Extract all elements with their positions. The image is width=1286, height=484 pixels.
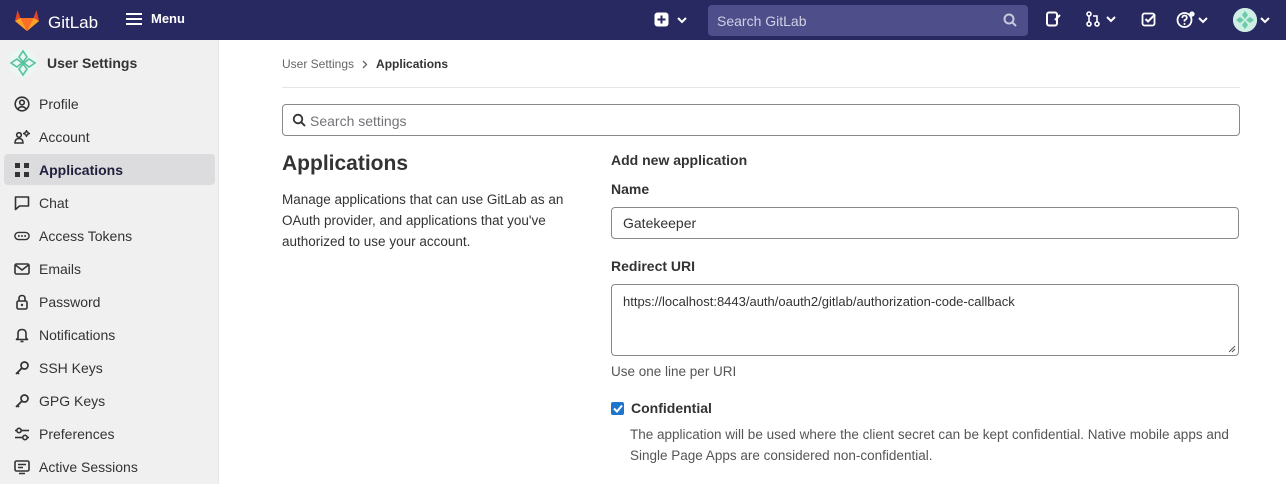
sidebar-item-label: Active Sessions bbox=[39, 458, 138, 475]
sidebar-item-gpg-keys[interactable]: GPG Keys bbox=[4, 385, 215, 416]
search-icon bbox=[292, 113, 306, 127]
sidebar-item-label: Account bbox=[39, 128, 90, 145]
issues-icon bbox=[1046, 11, 1061, 27]
page-title: Applications bbox=[282, 152, 409, 175]
top-navbar: GitLab Menu Search GitLab bbox=[0, 0, 1286, 40]
sidebar-item-label: Profile bbox=[39, 95, 79, 112]
settings-search-input[interactable]: Search settings bbox=[310, 113, 407, 129]
hamburger-icon bbox=[126, 12, 142, 25]
redirect-uri-label: Redirect URI bbox=[611, 258, 696, 274]
sidebar-item-label: Chat bbox=[39, 194, 69, 211]
confidential-help: The application will be used where the c… bbox=[630, 427, 1229, 463]
notifications-icon bbox=[14, 327, 30, 343]
sidebar-item-label: Password bbox=[39, 293, 101, 310]
confidential-checkbox[interactable] bbox=[611, 402, 624, 415]
name-field[interactable]: Gatekeeper bbox=[611, 207, 1239, 239]
avatar-pattern-icon bbox=[1233, 8, 1257, 32]
checkmark-icon bbox=[612, 404, 623, 413]
sidebar-item-ssh-keys[interactable]: SSH Keys bbox=[4, 352, 215, 383]
sidebar-item-label: GPG Keys bbox=[39, 392, 106, 409]
help-button[interactable] bbox=[1176, 11, 1209, 29]
preferences-icon bbox=[14, 426, 30, 442]
sidebar-item-applications[interactable]: Applications bbox=[4, 154, 215, 185]
breadcrumb: User Settings Applications bbox=[282, 57, 448, 71]
applications-icon bbox=[14, 162, 30, 178]
sidebar-item-label: Emails bbox=[39, 260, 82, 277]
chevron-down-icon bbox=[1198, 17, 1208, 24]
key-icon bbox=[14, 360, 30, 376]
menu-label: Menu bbox=[151, 11, 185, 26]
chevron-down-icon bbox=[1106, 16, 1116, 23]
breadcrumb-current[interactable]: Applications bbox=[376, 57, 448, 71]
plus-square-icon bbox=[654, 12, 669, 27]
search-icon bbox=[1003, 13, 1017, 27]
confidential-label[interactable]: Confidential bbox=[631, 400, 712, 416]
sidebar-item-label: Access Tokens bbox=[39, 227, 133, 244]
sidebar-item-active-sessions[interactable]: Active Sessions bbox=[4, 451, 215, 482]
sidebar-item-preferences[interactable]: Preferences bbox=[4, 418, 215, 449]
breadcrumb-parent-link[interactable]: User Settings bbox=[282, 57, 354, 71]
todo-icon bbox=[1141, 12, 1156, 27]
sidebar-item-access-tokens[interactable]: Access Tokens bbox=[4, 220, 215, 251]
sidebar-context-header[interactable]: User Settings bbox=[8, 48, 137, 78]
avatar[interactable] bbox=[1233, 8, 1257, 32]
redirect-uri-value: https://localhost:8443/auth/oauth2/gitla… bbox=[623, 294, 1015, 309]
breadcrumb-divider bbox=[282, 87, 1240, 88]
help-icon bbox=[1176, 11, 1195, 28]
sidebar-item-notifications[interactable]: Notifications bbox=[4, 319, 215, 350]
lock-icon bbox=[14, 294, 30, 310]
sidebar-item-profile[interactable]: Profile bbox=[4, 88, 215, 119]
sidebar-context-title: User Settings bbox=[47, 55, 138, 71]
chevron-right-icon bbox=[362, 60, 368, 68]
chevron-down-icon bbox=[1260, 17, 1270, 24]
gitlab-logo-icon bbox=[14, 8, 40, 37]
token-icon bbox=[14, 228, 30, 244]
form-heading: Add new application bbox=[611, 152, 748, 168]
profile-icon bbox=[14, 95, 30, 112]
sidebar-item-password[interactable]: Password bbox=[4, 286, 215, 317]
sidebar-item-label: Notifications bbox=[39, 326, 116, 343]
sidebar-item-label: SSH Keys bbox=[39, 359, 103, 376]
sidebar-item-emails[interactable]: Emails bbox=[4, 253, 215, 284]
resize-grip-icon[interactable] bbox=[1228, 345, 1236, 353]
redirect-uri-field[interactable]: https://localhost:8443/auth/oauth2/gitla… bbox=[611, 284, 1239, 356]
account-icon bbox=[14, 129, 30, 145]
section-description: Manage applications that can use GitLab … bbox=[282, 192, 564, 249]
sidebar-item-label: Preferences bbox=[39, 425, 115, 442]
todos-button[interactable] bbox=[1141, 11, 1157, 27]
monitor-lines-icon bbox=[14, 459, 30, 475]
comment-icon bbox=[14, 195, 30, 211]
redirect-uri-help: Use one line per URI bbox=[611, 364, 737, 379]
global-search[interactable]: Search GitLab bbox=[708, 5, 1028, 36]
issues-button[interactable] bbox=[1045, 11, 1061, 27]
sidebar-item-account[interactable]: Account bbox=[4, 121, 215, 152]
user-settings-avatar-icon bbox=[9, 49, 37, 77]
new-dropdown-button[interactable] bbox=[654, 12, 689, 27]
sidebar-item-label: Applications bbox=[39, 161, 124, 178]
gitlab-home-link[interactable]: GitLab bbox=[14, 8, 98, 37]
key-icon bbox=[14, 393, 30, 409]
chevron-down-icon bbox=[677, 16, 687, 23]
sidebar: User Settings Profile Account Applicatio… bbox=[0, 40, 219, 484]
search-input[interactable]: Search GitLab bbox=[717, 13, 807, 29]
merge-requests-button[interactable] bbox=[1085, 11, 1118, 27]
sidebar-item-chat[interactable]: Chat bbox=[4, 187, 215, 218]
menu-button[interactable]: Menu bbox=[126, 11, 185, 26]
merge-request-icon bbox=[1086, 11, 1100, 27]
settings-search-field[interactable]: Search settings bbox=[282, 104, 1240, 136]
sidebar-nav: Profile Account Applications Chat Access… bbox=[4, 88, 215, 484]
name-label: Name bbox=[611, 181, 650, 197]
mail-icon bbox=[14, 261, 30, 277]
brand-name: GitLab bbox=[48, 12, 99, 32]
